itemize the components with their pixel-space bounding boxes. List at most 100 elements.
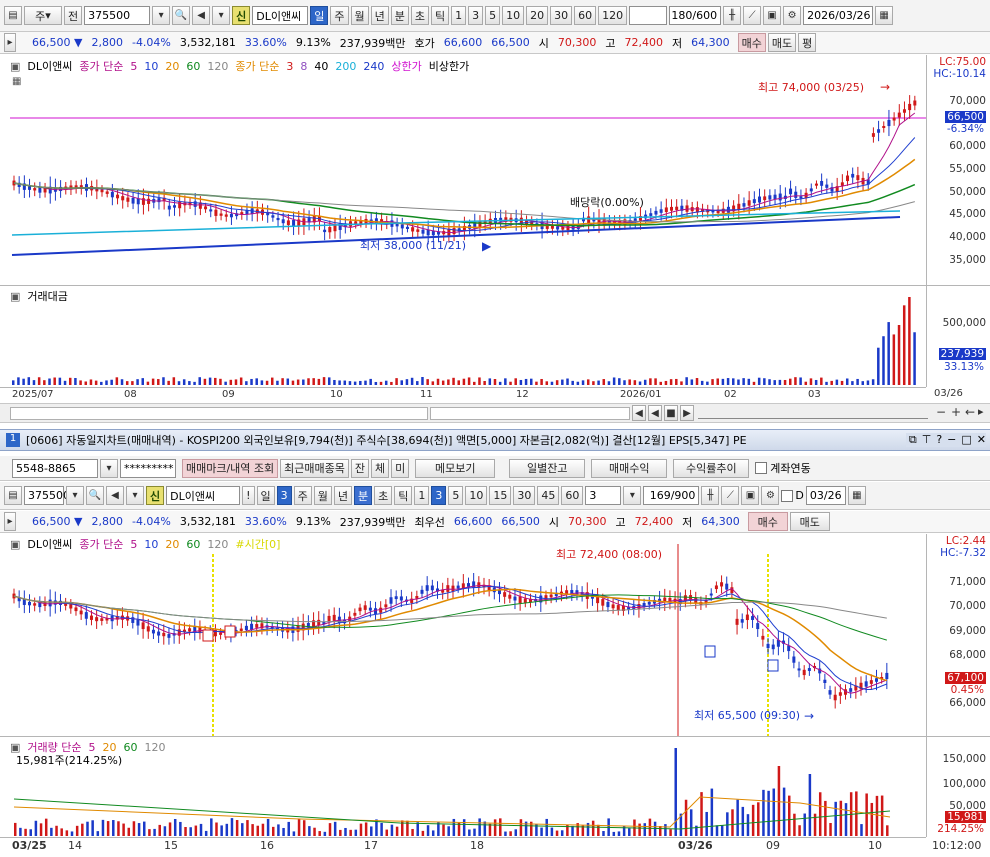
bottom-num-3[interactable]: 3 xyxy=(431,486,447,505)
bottom-num-15[interactable]: 15 xyxy=(489,486,512,505)
bottom-period-month[interactable]: 월 xyxy=(313,486,332,505)
stop-icon[interactable]: ■ xyxy=(664,405,678,421)
save-icon[interactable]: ▣ xyxy=(763,6,782,25)
stock-code-input[interactable]: 375500 xyxy=(84,6,151,25)
sell-button[interactable]: 매도 xyxy=(767,33,797,52)
bottom-period-tick[interactable]: 틱 xyxy=(394,486,413,505)
return-trend-button[interactable]: 수익률추이 xyxy=(673,458,750,478)
gear-icon[interactable]: ⚙ xyxy=(783,6,802,25)
expand-icon[interactable]: ▸ xyxy=(4,33,16,52)
bottom-num-45[interactable]: 45 xyxy=(537,486,560,505)
top-scrollbar-thumb[interactable] xyxy=(430,407,630,420)
bottom-dropdown-icon[interactable]: ▾ xyxy=(66,486,84,505)
account-number-input[interactable]: 5548-8865 xyxy=(12,458,98,478)
period-minute[interactable]: 분 xyxy=(390,6,409,25)
num-60[interactable]: 60 xyxy=(574,6,597,25)
arrow-down-icon[interactable]: ▾ xyxy=(212,6,231,25)
zoom-in-icon[interactable]: + xyxy=(951,405,961,419)
bottom-gear-icon[interactable]: ⚙ xyxy=(761,486,780,505)
arrow-left-icon[interactable]: ← xyxy=(965,405,975,419)
num-5[interactable]: 5 xyxy=(485,6,501,25)
unexecuted-button[interactable]: 미 xyxy=(391,458,410,478)
bottom-period-value[interactable]: 3 xyxy=(276,486,292,505)
calendar-icon[interactable]: ▦ xyxy=(875,6,894,25)
period-tick[interactable]: 틱 xyxy=(431,6,450,25)
period-day[interactable]: 일 xyxy=(310,6,329,25)
first-icon[interactable]: ◀ xyxy=(632,405,646,421)
maximize-icon[interactable]: □ xyxy=(961,433,971,447)
executed-button[interactable]: 체 xyxy=(371,458,390,478)
bottom-expand-icon[interactable]: ▸ xyxy=(4,512,16,531)
trade-profit-button[interactable]: 매매수익 xyxy=(591,458,668,478)
num-3[interactable]: 3 xyxy=(468,6,484,25)
num-1[interactable]: 1 xyxy=(451,6,467,25)
bottom-arrow-down-icon[interactable]: ▾ xyxy=(126,486,144,505)
bottom-stock-code-input[interactable]: 375500 xyxy=(24,486,70,505)
bottom-period-minute[interactable]: 분 xyxy=(354,486,373,505)
top-scrollbar-track[interactable] xyxy=(10,407,428,420)
warning-button[interactable]: ! xyxy=(242,486,255,505)
minimize-icon[interactable]: − xyxy=(947,433,956,447)
daily-balance-button[interactable]: 일별잔고 xyxy=(509,458,586,478)
help-icon[interactable]: ? xyxy=(936,433,942,447)
scroll-right-icon[interactable]: ▸ xyxy=(978,405,984,418)
bottom-sell-button[interactable]: 매도 xyxy=(789,512,830,531)
recent-trades-button[interactable]: 최근매매종목 xyxy=(280,458,349,478)
trade-mark-query-button[interactable]: 매매마크/내역 조회 xyxy=(182,458,279,478)
buy-button[interactable]: 매수 xyxy=(737,33,766,52)
bottom-num-30[interactable]: 30 xyxy=(513,486,536,505)
balance-button[interactable]: 잔 xyxy=(350,458,370,478)
period-year[interactable]: 년 xyxy=(370,6,389,25)
dropdown-icon[interactable]: ▾ xyxy=(152,6,171,25)
bottom-num-1[interactable]: 1 xyxy=(414,486,430,505)
count-input[interactable]: 180/600 xyxy=(669,6,722,25)
password-input[interactable]: ********* xyxy=(120,458,176,478)
bottom-period-year[interactable]: 년 xyxy=(333,486,353,505)
bottom-num-10[interactable]: 10 xyxy=(465,486,488,505)
trendline-icon[interactable]: ⟋ xyxy=(743,6,762,25)
num-10[interactable]: 10 xyxy=(502,6,525,25)
date-input[interactable]: 2026/03/26 xyxy=(803,6,874,25)
account-link-checkbox[interactable] xyxy=(755,462,768,474)
bottom-period-week[interactable]: 주 xyxy=(293,486,312,505)
bottom-date-input[interactable]: 03/26 xyxy=(805,486,846,505)
bottom-num-60[interactable]: 60 xyxy=(561,486,584,505)
account-link-toggle[interactable]: 계좌연동 xyxy=(755,460,811,476)
date-checkbox[interactable] xyxy=(781,489,794,502)
bottom-buy-button[interactable]: 매수 xyxy=(747,512,788,531)
mode-select[interactable]: 주 ▾ xyxy=(24,6,62,25)
pyeong-button[interactable]: 평 xyxy=(798,33,817,52)
bottom-trendline-icon[interactable]: ⟋ xyxy=(721,486,740,505)
account-dropdown-icon[interactable]: ▾ xyxy=(100,458,118,478)
zoom-out-icon[interactable]: − xyxy=(936,405,946,419)
prev-icon[interactable]: ◀ xyxy=(648,405,662,421)
close-icon[interactable]: ✕ xyxy=(977,433,986,447)
bottom-candle-icon[interactable]: ╫ xyxy=(701,486,720,505)
bottom-num-5[interactable]: 5 xyxy=(448,486,464,505)
bottom-count-input[interactable]: 169/900 xyxy=(643,486,700,505)
pin-icon[interactable]: ⊤ xyxy=(922,433,932,447)
speaker-icon[interactable]: ◀ xyxy=(192,6,211,25)
bottom-chart-settings-icon[interactable]: ▤ xyxy=(4,486,22,505)
bottom-calendar-icon[interactable]: ▦ xyxy=(847,486,866,505)
candle-icon[interactable]: ╫ xyxy=(723,6,742,25)
period-second[interactable]: 초 xyxy=(410,6,429,25)
num-20[interactable]: 20 xyxy=(526,6,549,25)
bottom-search-icon[interactable]: 🔍 xyxy=(86,486,104,505)
bottom-period-second[interactable]: 초 xyxy=(374,486,393,505)
zoom-slider[interactable] xyxy=(698,408,928,419)
period-month[interactable]: 월 xyxy=(350,6,369,25)
bottom-speaker-icon[interactable]: ◀ xyxy=(106,486,124,505)
bottom-num-dropdown-icon[interactable]: ▾ xyxy=(623,486,642,505)
window-restore-icon[interactable]: ⧉ xyxy=(909,433,917,447)
period-week[interactable]: 주 xyxy=(330,6,349,25)
chart-settings-icon[interactable]: ▤ xyxy=(4,6,22,25)
search-icon[interactable]: 🔍 xyxy=(172,6,191,25)
num-30[interactable]: 30 xyxy=(550,6,573,25)
bottom-period-day[interactable]: 일 xyxy=(256,486,275,505)
memo-button[interactable]: 메모보기 xyxy=(415,458,496,478)
custom-num-input[interactable] xyxy=(629,6,668,25)
num-120[interactable]: 120 xyxy=(598,6,628,25)
next-icon[interactable]: ▶ xyxy=(680,405,694,421)
prev-button[interactable]: 전 xyxy=(64,6,83,25)
